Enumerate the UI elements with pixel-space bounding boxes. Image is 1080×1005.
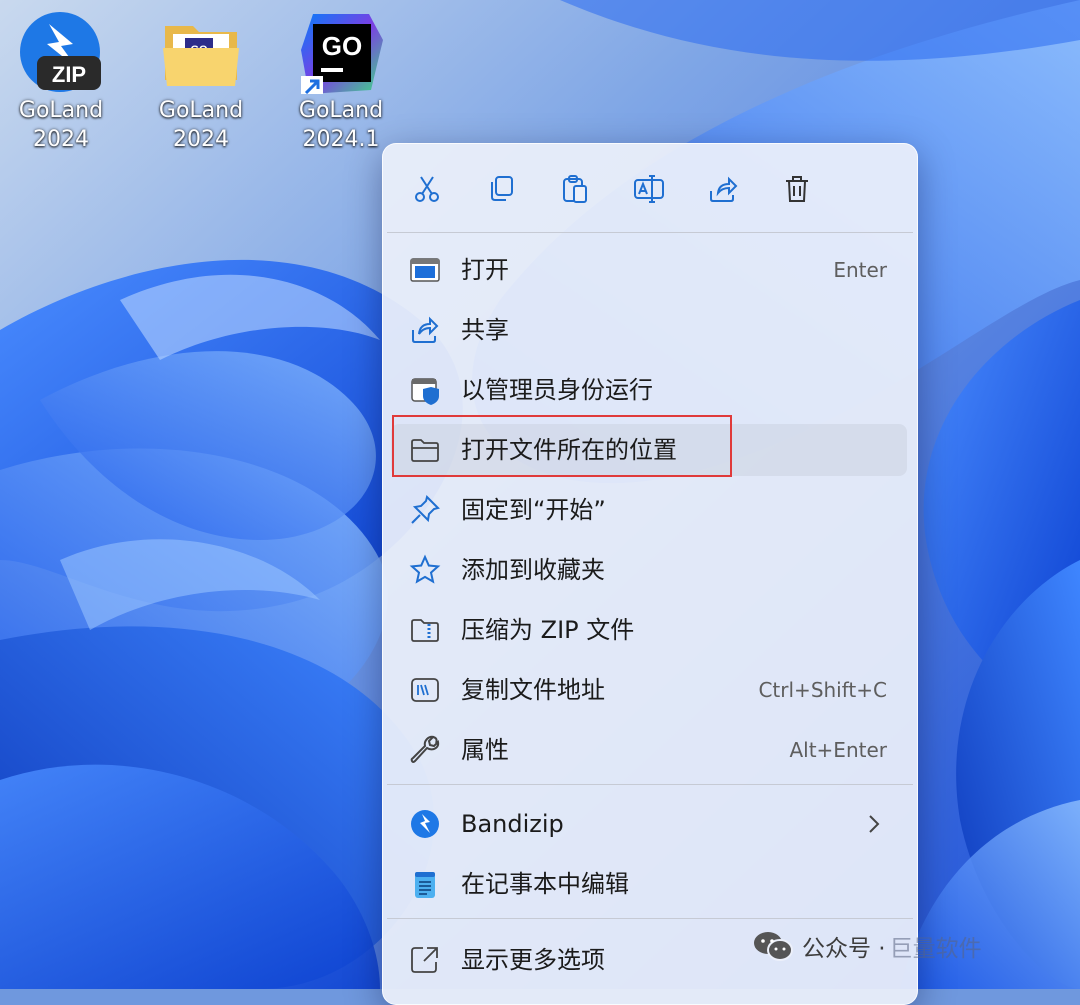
menu-item-label: 复制文件地址: [461, 676, 605, 704]
watermark-dim-text: 巨量软件: [889, 936, 982, 962]
goland-app-icon: GO: [299, 10, 383, 98]
share-button[interactable]: [698, 166, 748, 212]
menu-item-edit-in-notepad[interactable]: 在记事本中编辑: [391, 858, 907, 910]
desktop-icon-label: GoLand 2024.1: [298, 98, 384, 152]
menu-item-label: Bandizip: [461, 810, 564, 838]
menu-item-compress-zip[interactable]: 压缩为 ZIP 文件: [391, 604, 907, 656]
menu-separator: [387, 918, 913, 919]
menu-item-label: 添加到收藏夹: [461, 556, 605, 584]
notepad-icon: [409, 868, 441, 900]
desktop-icon-goland-folder[interactable]: GO GoLand 2024: [151, 10, 251, 154]
delete-icon: [786, 176, 808, 202]
menu-item-label: 显示更多选项: [461, 946, 605, 974]
menu-item-properties[interactable]: 属性 Alt+Enter: [391, 724, 907, 776]
menu-item-shortcut: Ctrl+Shift+C: [758, 678, 887, 702]
rename-icon: [634, 175, 664, 203]
menu-item-label: 以管理员身份运行: [461, 376, 653, 404]
zip-badge-text: ZIP: [52, 62, 86, 87]
share-icon: [409, 314, 441, 346]
menu-item-label: 属性: [461, 736, 509, 764]
cut-icon: [415, 176, 439, 202]
wrench-icon: [409, 734, 441, 766]
paste-icon: [563, 175, 587, 203]
menu-item-open[interactable]: 打开 Enter: [391, 244, 907, 296]
copy-button[interactable]: [476, 166, 526, 212]
wechat-icon: [754, 932, 793, 961]
more-options-icon: [409, 944, 441, 976]
menu-item-label: 共享: [461, 316, 509, 344]
share-icon: [710, 176, 738, 202]
delete-button[interactable]: [772, 166, 822, 212]
copy-path-icon: [409, 674, 441, 706]
folder-icon: GO: [159, 10, 243, 94]
context-menu: 打开 Enter 共享 以管理员身份运行 打开文件所在的位置 固定到“开始” 添…: [382, 143, 918, 1005]
menu-item-label: 压缩为 ZIP 文件: [461, 616, 635, 644]
menu-item-label: 打开: [461, 256, 509, 284]
desktop-icon-label: GoLand 2024: [18, 98, 104, 152]
menu-item-shortcut: Enter: [833, 258, 887, 282]
paste-button[interactable]: [550, 166, 600, 212]
menu-item-add-to-favorites[interactable]: 添加到收藏夹: [391, 544, 907, 596]
menu-item-run-as-admin[interactable]: 以管理员身份运行: [391, 364, 907, 416]
desktop-icon-goland-shortcut[interactable]: GO GoLand 2024.1: [291, 10, 391, 154]
svg-text:GO: GO: [322, 31, 362, 61]
annotation-highlight-box: [392, 415, 732, 477]
watermark-text: 公众号 ·: [802, 936, 886, 962]
copy-icon: [491, 176, 513, 201]
menu-item-shortcut: Alt+Enter: [789, 738, 887, 762]
menu-item-label: 固定到“开始”: [461, 496, 606, 524]
desktop-icon-goland-zip[interactable]: ZIP GoLand 2024: [11, 10, 111, 154]
menu-item-pin-to-start[interactable]: 固定到“开始”: [391, 484, 907, 536]
cut-button[interactable]: [402, 166, 452, 212]
menu-item-copy-path[interactable]: 复制文件地址 Ctrl+Shift+C: [391, 664, 907, 716]
rename-button[interactable]: [624, 166, 674, 212]
menu-item-share[interactable]: 共享: [391, 304, 907, 356]
menu-separator: [387, 784, 913, 785]
pin-icon: [409, 494, 441, 526]
admin-shield-icon: [409, 374, 441, 406]
menu-separator: [387, 232, 913, 233]
bandizip-archive-icon: ZIP: [19, 10, 103, 94]
context-menu-toolbar: [383, 144, 917, 232]
bandizip-icon: [409, 808, 441, 840]
desktop-icon-label: GoLand 2024: [158, 98, 244, 152]
star-icon: [409, 554, 441, 586]
watermark: 公众号 · 巨量软件: [752, 926, 982, 966]
open-app-icon: [409, 254, 441, 286]
menu-item-label: 在记事本中编辑: [461, 870, 629, 898]
menu-item-bandizip[interactable]: Bandizip: [391, 798, 907, 850]
zip-folder-icon: [409, 614, 441, 646]
chevron-right-icon: [867, 812, 881, 840]
